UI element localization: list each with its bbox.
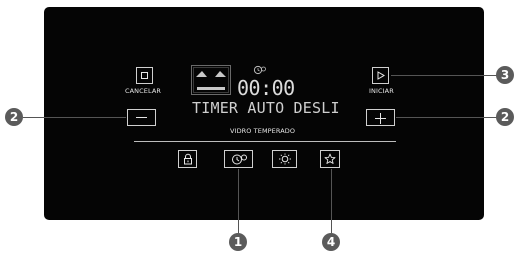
leader-left (23, 117, 126, 118)
lock-icon (183, 153, 192, 165)
stop-square-icon (141, 72, 148, 79)
cancel-label: CANCELAR (125, 87, 162, 95)
start-label: INICIAR (369, 87, 394, 95)
callout-right-top: 3 (496, 66, 514, 84)
lamp-icon (278, 153, 291, 165)
cancel-button[interactable] (136, 67, 153, 84)
callout-right: 2 (496, 108, 514, 126)
leader-right (396, 117, 497, 118)
light-button[interactable] (272, 150, 297, 168)
minus-icon (136, 117, 147, 118)
leader-right-top (391, 75, 497, 76)
star-icon (324, 153, 336, 164)
oven-display-icon (191, 65, 231, 95)
callout-bottom-right: 4 (322, 233, 340, 251)
favorite-button[interactable] (320, 150, 340, 168)
leader-bottom-right (331, 169, 332, 233)
callout-left: 2 (5, 108, 23, 126)
callout-bottom-left: 1 (229, 233, 247, 251)
start-button[interactable] (372, 67, 389, 84)
glass-label: VIDRO TEMPERADO (230, 127, 296, 135)
timer-icon (231, 154, 247, 165)
clock-indicator-icon (253, 65, 266, 75)
text-display: TIMER AUTO DESLI (192, 99, 340, 117)
timer-button[interactable] (224, 150, 253, 168)
lock-button[interactable] (178, 150, 197, 168)
play-icon (377, 71, 385, 80)
plus-button[interactable] (366, 109, 395, 126)
divider-line (134, 141, 396, 142)
time-display: 00:00 (237, 76, 295, 100)
plus-icon (375, 118, 386, 119)
leader-bottom-left (238, 169, 239, 233)
minus-button[interactable] (127, 109, 156, 126)
